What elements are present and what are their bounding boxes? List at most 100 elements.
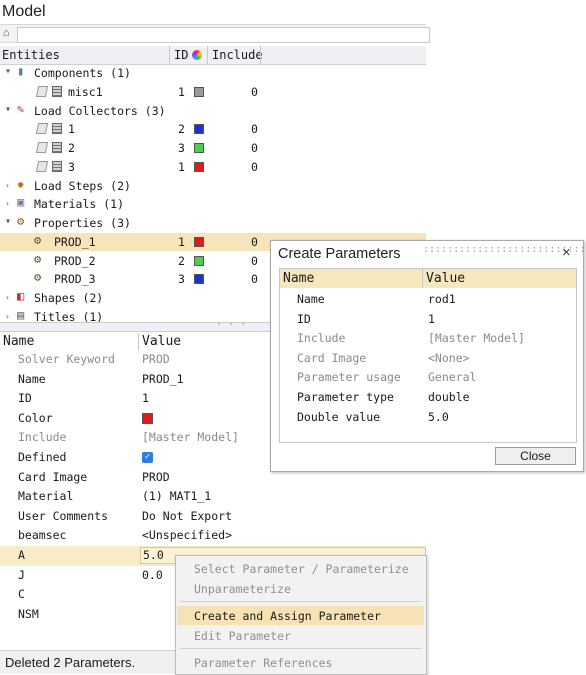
parameter-row[interactable]: Name rod1 xyxy=(280,289,576,309)
menu-item-label: Create and Assign Parameter xyxy=(194,609,381,623)
property-name: beamsec xyxy=(18,528,67,543)
property-name: Include xyxy=(18,430,67,445)
collapsed-arrow-icon[interactable]: › xyxy=(5,293,10,302)
color-swatch[interactable] xyxy=(194,255,204,266)
defined-checkbox[interactable]: ✓ xyxy=(142,452,153,463)
column-divider[interactable] xyxy=(138,333,139,350)
display-icon[interactable] xyxy=(52,123,62,135)
column-divider[interactable] xyxy=(207,46,208,64)
parameter-rows: Name rod1 ID 1 Include [Master Model] Card Ima… xyxy=(280,289,576,439)
visibility-icon[interactable] xyxy=(35,142,49,153)
menu-item[interactable]: Edit Parameter xyxy=(177,626,424,645)
property-row[interactable]: User Comments Do Not Export xyxy=(0,507,426,527)
property-row[interactable]: beamsec <Unspecified> xyxy=(0,526,426,546)
entity-id: 2 xyxy=(178,122,185,137)
property-row[interactable]: Material (1) MAT1_1 xyxy=(0,487,426,507)
parameter-row[interactable]: Card Image <None> xyxy=(280,348,576,368)
home-icon[interactable]: ⌂ xyxy=(3,27,14,38)
property-value[interactable]: PROD_1 xyxy=(142,372,184,386)
expanded-arrow-icon[interactable]: ▾ xyxy=(5,104,11,115)
menu-item[interactable]: Select Parameter / Parameterize xyxy=(177,559,424,578)
entity-id: 1 xyxy=(178,234,185,249)
tree-item[interactable]: 2 3 0 xyxy=(0,139,426,158)
include-value: 0 xyxy=(251,84,258,99)
expanded-arrow-icon[interactable]: ▾ xyxy=(5,216,11,227)
parameter-value[interactable]: double xyxy=(428,390,470,404)
tree-label: misc1 xyxy=(68,84,103,99)
menu-item-label: Edit Parameter xyxy=(194,628,291,643)
menu-item[interactable]: Unparameterize xyxy=(177,579,424,598)
collapsed-arrow-icon[interactable]: › xyxy=(5,181,10,190)
property-name: J xyxy=(18,567,25,582)
parameter-row[interactable]: Include [Master Model] xyxy=(280,328,576,348)
display-icon[interactable] xyxy=(52,160,62,172)
parameter-value[interactable]: [Master Model] xyxy=(428,331,525,345)
property-value[interactable]: Do Not Export xyxy=(142,509,232,523)
display-icon[interactable] xyxy=(52,85,62,97)
menu-item[interactable]: Parameter References xyxy=(177,653,424,672)
visibility-icon[interactable] xyxy=(35,85,49,97)
tree-label: Properties (3) xyxy=(34,216,131,230)
parameter-row[interactable]: Parameter type double xyxy=(280,387,576,407)
parameter-grid-header: Name Value xyxy=(280,269,576,288)
visibility-icon[interactable] xyxy=(35,123,49,135)
tree-item[interactable]: 3 1 0 xyxy=(0,158,426,177)
expanded-arrow-icon[interactable]: ▾ xyxy=(5,66,11,77)
property-value[interactable]: (1) MAT1_1 xyxy=(142,489,211,503)
tree-item[interactable]: misc1 1 0 xyxy=(0,83,426,102)
collapsed-arrow-icon[interactable]: › xyxy=(5,312,10,321)
search-bar: ⌂ xyxy=(0,24,430,43)
tree-label: PROD_3 xyxy=(54,272,96,287)
parameter-row[interactable]: Parameter usage General xyxy=(280,367,576,387)
menu-item[interactable]: Create and Assign Parameter xyxy=(177,606,424,625)
context-menu: Select Parameter / Parameterize Unparamet… xyxy=(175,555,427,675)
property-value[interactable]: PROD xyxy=(142,470,170,484)
column-divider[interactable] xyxy=(422,269,423,288)
tree-folder[interactable]: ▾ ▮ Components (1) xyxy=(0,64,426,83)
component-icon: ▮ xyxy=(17,64,25,78)
tree-folder[interactable]: ▾ ✎ Load Collectors (3) xyxy=(0,102,426,121)
property-value[interactable]: 1 xyxy=(142,391,149,405)
color-swatch[interactable] xyxy=(194,124,204,135)
column-name: Name xyxy=(3,334,35,349)
parameter-value[interactable]: 1 xyxy=(428,312,435,326)
color-swatch[interactable] xyxy=(142,412,153,424)
close-button[interactable]: Close xyxy=(495,447,576,465)
parameter-row[interactable]: Double value 5.0 xyxy=(280,407,576,427)
color-swatch[interactable] xyxy=(194,274,204,285)
parameter-name: Double value xyxy=(297,409,381,424)
column-include[interactable]: Include xyxy=(212,48,263,62)
visibility-icon[interactable] xyxy=(35,160,49,172)
search-input[interactable] xyxy=(17,27,430,43)
tree-folder[interactable]: › ▣ Materials (1) xyxy=(0,195,426,214)
property-value[interactable]: [Master Model] xyxy=(142,430,239,444)
collapsed-arrow-icon[interactable]: › xyxy=(5,199,10,208)
column-divider[interactable] xyxy=(169,46,170,64)
tree-folder[interactable]: ▾ ⚙ Properties (3) xyxy=(0,214,426,233)
parameter-value[interactable]: <None> xyxy=(428,351,470,365)
color-swatch[interactable] xyxy=(194,161,204,172)
property-icon: ⚙ xyxy=(34,270,42,285)
color-swatch[interactable] xyxy=(194,143,204,153)
property-value[interactable]: PROD xyxy=(142,352,170,366)
parameter-value[interactable]: General xyxy=(428,370,476,384)
tree-item[interactable]: 1 2 0 xyxy=(0,120,426,139)
color-swatch[interactable] xyxy=(194,236,204,247)
parameter-value[interactable]: rod1 xyxy=(428,292,456,306)
parameter-name: Parameter type xyxy=(297,390,394,404)
color-swatch[interactable] xyxy=(194,86,204,97)
display-icon[interactable] xyxy=(52,142,62,153)
parameter-value[interactable]: 5.0 xyxy=(428,410,449,424)
tree-folder[interactable]: › ✹ Load Steps (2) xyxy=(0,177,426,196)
column-divider[interactable] xyxy=(260,46,261,64)
property-value[interactable]: 0.0 xyxy=(142,568,163,582)
tree-header: Entities ID Include xyxy=(0,46,426,65)
column-entities[interactable]: Entities xyxy=(2,48,60,62)
tree-label: Load Collectors (3) xyxy=(34,103,166,118)
include-value: 0 xyxy=(251,234,258,249)
close-icon[interactable]: × xyxy=(562,244,571,261)
property-value[interactable]: <Unspecified> xyxy=(142,528,232,542)
column-id[interactable]: ID xyxy=(174,48,188,62)
property-name: Defined xyxy=(18,450,67,464)
parameter-row[interactable]: ID 1 xyxy=(280,309,576,329)
